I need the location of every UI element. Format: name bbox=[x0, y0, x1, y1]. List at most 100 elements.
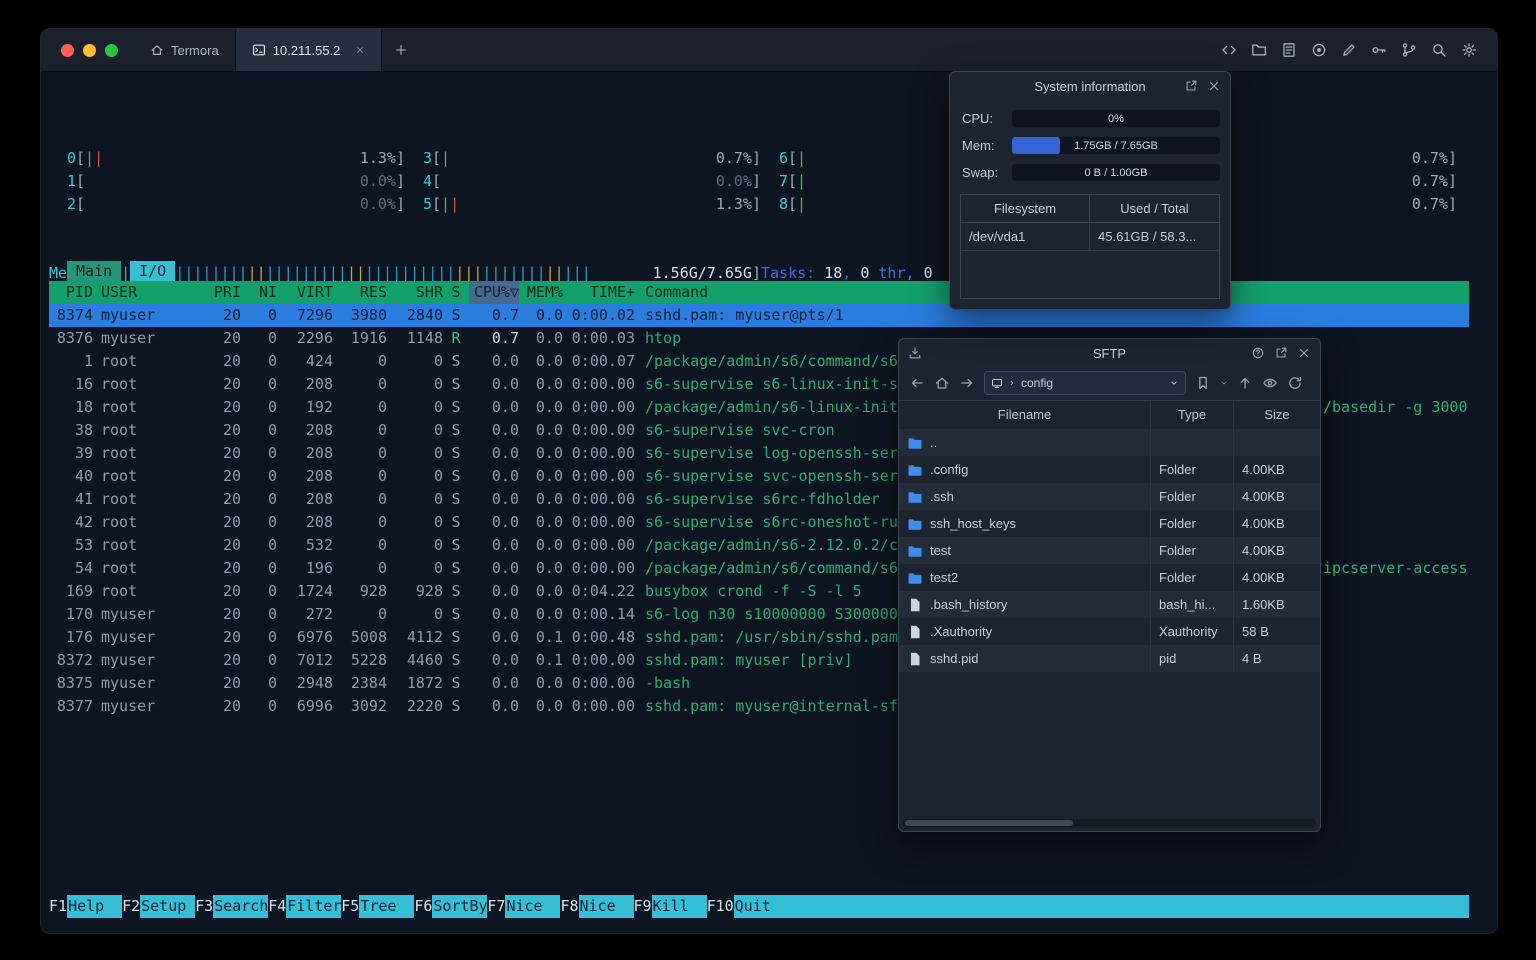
system-information-panel: System information CPU: 0% Mem: 1.75GB /… bbox=[949, 71, 1231, 310]
process-pid: 16 bbox=[74, 375, 93, 393]
htop-view-tab[interactable]: Main bbox=[67, 261, 122, 282]
process-pri: 20 bbox=[222, 306, 241, 324]
close-icon[interactable] bbox=[1207, 79, 1221, 93]
process-row[interactable]: 8374 myuser 20 0 7296 3980 2840 S 0.7 0.… bbox=[49, 304, 1469, 327]
type-column-header[interactable]: Type bbox=[1150, 401, 1233, 429]
sysinfo-titlebar[interactable]: System information bbox=[950, 72, 1230, 100]
horizontal-scrollbar[interactable] bbox=[903, 819, 1316, 827]
up-arrow-icon[interactable] bbox=[1237, 375, 1253, 391]
path-breadcrumb[interactable]: config bbox=[984, 371, 1186, 395]
eye-icon[interactable] bbox=[1262, 375, 1278, 391]
column-header-shr[interactable]: SHR bbox=[387, 281, 443, 304]
process-pid: 176 bbox=[65, 628, 93, 646]
folder-icon[interactable] bbox=[1251, 42, 1267, 58]
edit-icon[interactable] bbox=[1341, 42, 1357, 58]
column-header-ni[interactable]: NI bbox=[241, 281, 277, 304]
column-header-user[interactable]: USER bbox=[93, 281, 205, 304]
file-row[interactable]: ssh_host_keys Folder 4.00KB bbox=[899, 510, 1320, 537]
file-row[interactable]: sshd.pid pid 4 B bbox=[899, 645, 1320, 672]
filesystem-row[interactable]: /dev/vda1 45.61GB / 58.3... bbox=[961, 223, 1219, 251]
sftp-titlebar[interactable]: SFTP bbox=[899, 339, 1320, 367]
bookmark-caret-icon[interactable] bbox=[1220, 379, 1228, 387]
function-key[interactable]: F1 Help bbox=[49, 895, 123, 918]
file-row[interactable]: .config Folder 4.00KB bbox=[899, 456, 1320, 483]
cpu-usage-label: CPU: bbox=[962, 111, 994, 126]
process-pri: 20 bbox=[222, 490, 241, 508]
process-pri: 20 bbox=[222, 375, 241, 393]
cpu-meter-value: 0.0% bbox=[715, 172, 752, 190]
code-icon[interactable] bbox=[1221, 42, 1237, 58]
new-tab-button[interactable] bbox=[382, 29, 420, 71]
zoom-window-button[interactable] bbox=[105, 43, 118, 57]
minimize-window-button[interactable] bbox=[83, 43, 96, 57]
column-header-virt[interactable]: VIRT bbox=[277, 281, 333, 304]
file-row[interactable]: test2 Folder 4.00KB bbox=[899, 564, 1320, 591]
process-res: 0 bbox=[377, 444, 387, 462]
filesystem-column-header[interactable]: Filesystem bbox=[961, 195, 1089, 222]
file-row[interactable]: test Folder 4.00KB bbox=[899, 537, 1320, 564]
cpu-meter: 3 | 0.7% bbox=[405, 147, 761, 170]
key-icon[interactable] bbox=[1371, 42, 1387, 58]
sftp-title-left bbox=[908, 339, 922, 367]
htop-view-tab[interactable]: I/O bbox=[130, 261, 176, 282]
caret-down-icon[interactable] bbox=[1169, 378, 1179, 388]
cpu-meter: 4 0.0% bbox=[405, 170, 761, 193]
function-key[interactable]: F4 Filter bbox=[268, 895, 342, 918]
process-ni: 0 bbox=[267, 536, 277, 554]
function-key[interactable]: F6 SortBy bbox=[414, 895, 488, 918]
titlebar[interactable]: Termora 10.211.55.2 bbox=[41, 29, 1497, 72]
search-icon[interactable] bbox=[1431, 42, 1447, 58]
close-tab-icon[interactable] bbox=[355, 45, 365, 55]
forward-arrow-icon[interactable] bbox=[959, 375, 975, 391]
function-key[interactable]: F3 Search bbox=[195, 895, 269, 918]
process-state: S bbox=[451, 306, 461, 324]
file-row[interactable]: .ssh Folder 4.00KB bbox=[899, 483, 1320, 510]
process-res: 928 bbox=[359, 582, 387, 600]
function-key[interactable]: F2 Setup bbox=[122, 895, 196, 918]
filesystem-usage: 45.61GB / 58.3... bbox=[1089, 223, 1219, 250]
file-list-icon[interactable] bbox=[1281, 42, 1297, 58]
open-in-window-icon[interactable] bbox=[1274, 346, 1288, 360]
process-pid: 1 bbox=[83, 352, 93, 370]
tab-termora[interactable]: Termora bbox=[134, 29, 235, 71]
column-header-mem[interactable]: MEM% bbox=[519, 281, 563, 304]
open-in-window-icon[interactable] bbox=[1184, 79, 1198, 93]
help-icon[interactable] bbox=[1251, 346, 1265, 360]
back-arrow-icon[interactable] bbox=[909, 375, 925, 391]
process-pid: 8377 bbox=[56, 697, 93, 715]
git-branch-icon[interactable] bbox=[1401, 42, 1417, 58]
function-key[interactable]: F10 Quit bbox=[707, 895, 789, 918]
function-key[interactable]: F8Nice + bbox=[560, 895, 634, 918]
function-key[interactable]: F5 Tree bbox=[341, 895, 415, 918]
process-ni: 0 bbox=[267, 674, 277, 692]
cpu-meter-value: 1.3% bbox=[715, 195, 752, 213]
bookmark-icon[interactable] bbox=[1195, 375, 1211, 391]
process-cpu: 0.0 bbox=[491, 421, 519, 439]
settings-gear-icon[interactable] bbox=[1461, 42, 1477, 58]
filename-column-header[interactable]: Filename bbox=[899, 401, 1150, 429]
close-icon[interactable] bbox=[1297, 346, 1311, 360]
process-pid: 8375 bbox=[56, 674, 93, 692]
refresh-icon[interactable] bbox=[1287, 375, 1303, 391]
size-column-header[interactable]: Size bbox=[1233, 401, 1320, 429]
close-window-button[interactable] bbox=[61, 43, 74, 57]
column-header-res[interactable]: RES bbox=[333, 281, 387, 304]
process-res: 0 bbox=[377, 398, 387, 416]
file-row[interactable]: .. bbox=[899, 429, 1320, 456]
process-virt: 272 bbox=[305, 605, 333, 623]
column-header-state[interactable]: S bbox=[443, 281, 469, 304]
home-icon[interactable] bbox=[934, 375, 950, 391]
file-row[interactable]: .bash_history bash_hi... 1.60KB bbox=[899, 591, 1320, 618]
file-row[interactable]: .Xauthority Xauthority 58 B bbox=[899, 618, 1320, 645]
column-header-pid[interactable]: PID bbox=[49, 281, 93, 304]
download-tray-icon[interactable] bbox=[908, 346, 922, 360]
used-total-column-header[interactable]: Used / Total bbox=[1089, 195, 1219, 222]
column-header-cpu-sort[interactable]: CPU%▽ bbox=[469, 281, 519, 304]
function-key[interactable]: F9 Kill bbox=[634, 895, 707, 918]
tab-host[interactable]: 10.211.55.2 bbox=[234, 29, 383, 71]
column-header-pri[interactable]: PRI bbox=[205, 281, 241, 304]
function-key[interactable]: F7Nice - bbox=[487, 895, 561, 918]
scrollbar-thumb[interactable] bbox=[905, 820, 1073, 826]
column-header-time[interactable]: TIME+ bbox=[563, 281, 635, 304]
record-icon[interactable] bbox=[1311, 42, 1327, 58]
